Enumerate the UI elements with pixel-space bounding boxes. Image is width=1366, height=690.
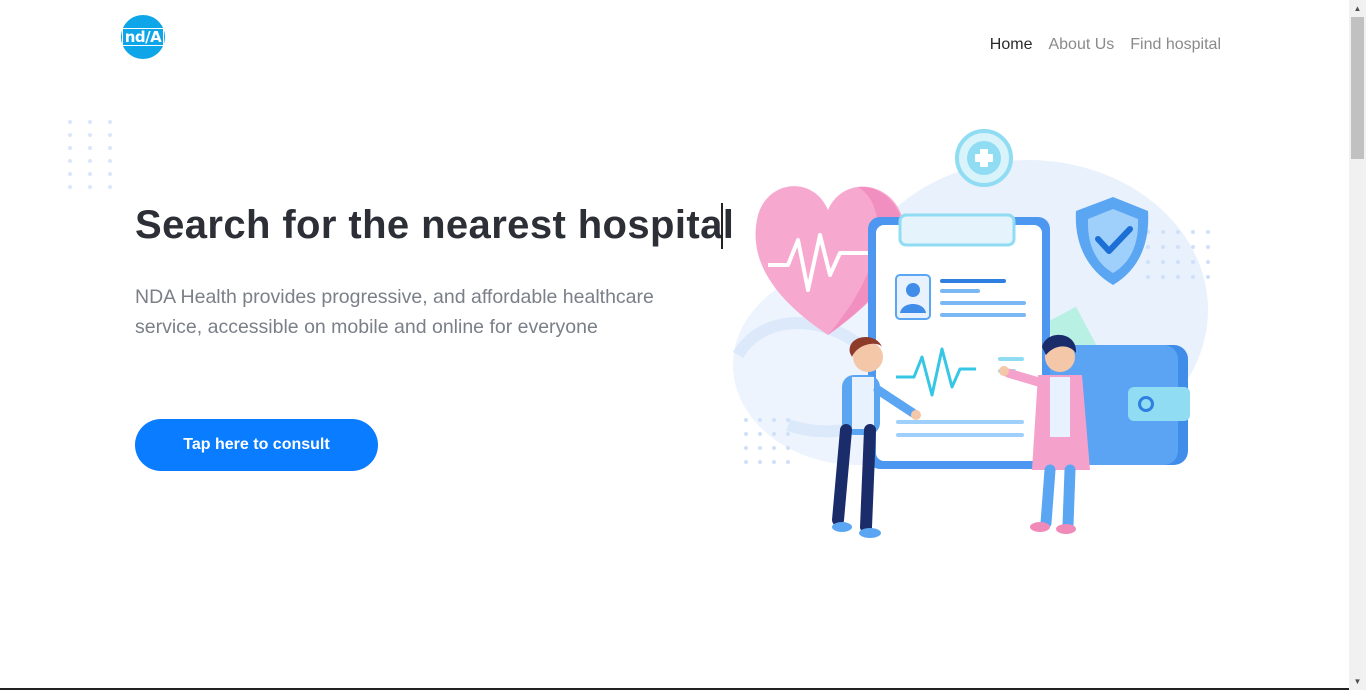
- hero-illustration: [732, 129, 1210, 538]
- scroll-down-arrow-icon[interactable]: ▼: [1349, 673, 1366, 690]
- decorative-dot: [68, 120, 72, 124]
- logo-text: nd/A: [121, 28, 165, 46]
- decorative-dot: [68, 159, 72, 163]
- decorative-dot: [88, 120, 92, 124]
- vertical-scrollbar[interactable]: ▲ ▼: [1349, 0, 1366, 690]
- decorative-dot: [68, 185, 72, 189]
- plus-circle-icon: [955, 129, 1013, 187]
- decorative-dot: [68, 146, 72, 150]
- hero-description: NDA Health provides progressive, and aff…: [135, 286, 654, 338]
- decorative-dot: [108, 159, 112, 163]
- nav-home-link[interactable]: Home: [990, 36, 1033, 54]
- decorative-dot: [108, 172, 112, 176]
- decorative-dot: [108, 146, 112, 150]
- decorative-dot: [68, 172, 72, 176]
- decorative-dot: [88, 159, 92, 163]
- decorative-dot: [88, 133, 92, 137]
- nav-find-hospital-link[interactable]: Find hospital: [1130, 36, 1221, 54]
- scroll-up-arrow-icon[interactable]: ▲: [1349, 0, 1366, 17]
- decorative-dot: [68, 133, 72, 137]
- page: nd/A Home About Us Find hospital Search …: [0, 0, 1349, 690]
- decorative-dot: [108, 185, 112, 189]
- hero-headline: Search for the nearest hospital: [135, 203, 735, 247]
- consult-button[interactable]: Tap here to consult: [135, 419, 378, 471]
- decorative-dot: [88, 146, 92, 150]
- scrollbar-thumb[interactable]: [1351, 17, 1364, 159]
- text-cursor: [721, 203, 723, 249]
- main-nav: Home About Us Find hospital: [990, 36, 1221, 54]
- nav-about-link[interactable]: About Us: [1048, 36, 1114, 54]
- decorative-dot: [108, 133, 112, 137]
- clipboard-icon: [868, 213, 1050, 469]
- decorative-dot: [108, 120, 112, 124]
- brand-logo[interactable]: nd/A: [121, 15, 165, 59]
- decorative-dot-grid: [68, 120, 114, 190]
- decorative-dot: [88, 185, 92, 189]
- decorative-dot: [88, 172, 92, 176]
